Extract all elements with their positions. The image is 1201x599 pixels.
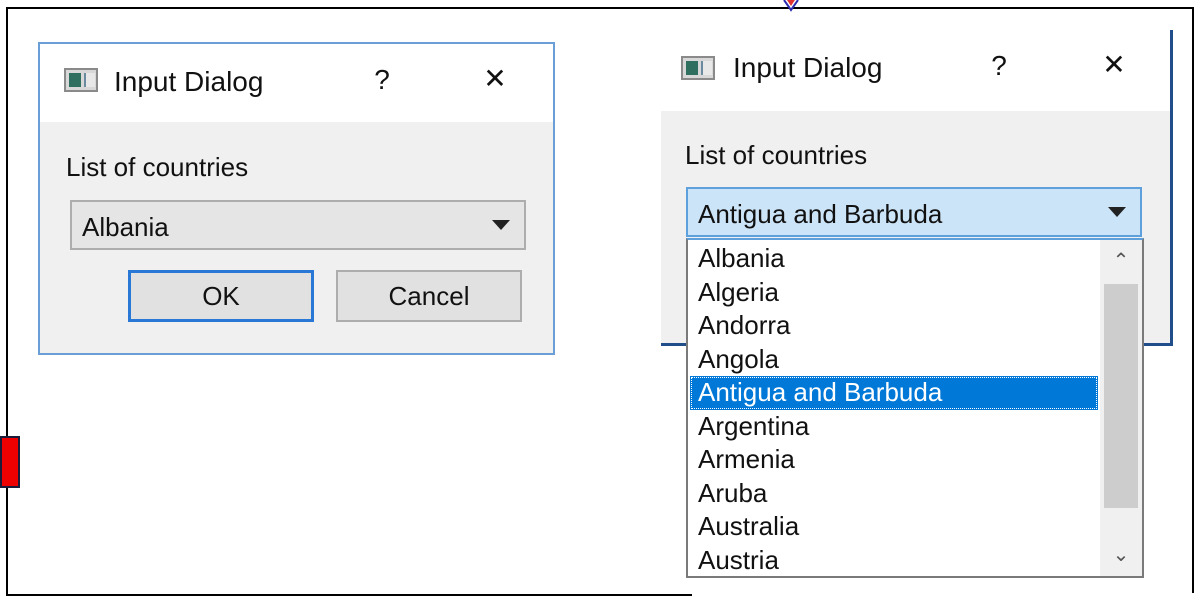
dropdown-item[interactable]: Angola (690, 343, 1098, 377)
dropdown-item[interactable]: Antigua and Barbuda (690, 376, 1098, 410)
country-combobox[interactable]: Albania (70, 200, 526, 250)
country-combobox[interactable]: Antigua and Barbuda (686, 187, 1142, 237)
combobox-value: Antigua and Barbuda (698, 199, 943, 229)
dropdown-item[interactable]: Andorra (690, 309, 1098, 343)
app-window-icon (64, 68, 98, 92)
dialog-title: Input Dialog (114, 66, 264, 97)
red-marker (0, 436, 20, 488)
dropdown-item[interactable]: Armenia (690, 443, 1098, 477)
dropdown-arrow-icon[interactable] (492, 220, 510, 230)
help-icon[interactable]: ? (362, 64, 402, 96)
prompt-label: List of countries (66, 152, 249, 182)
ok-button[interactable]: OK (128, 270, 314, 322)
dropdown-scrollbar[interactable]: ⌃ ⌄ (1100, 240, 1142, 576)
dialog-title: Input Dialog (733, 52, 883, 83)
dropdown-arrow-icon[interactable] (1108, 207, 1126, 217)
dropdown-item[interactable]: Argentina (690, 410, 1098, 444)
dropdown-item[interactable]: Algeria (690, 276, 1098, 310)
dropdown-item[interactable]: Aruba (690, 477, 1098, 511)
input-dialog-closed: Input Dialog ? ✕ List of countries Alban… (38, 42, 555, 355)
dropdown-item[interactable]: Albania (690, 242, 1098, 276)
scroll-thumb[interactable] (1104, 284, 1138, 508)
prompt-label: List of countries (685, 140, 868, 170)
app-window-icon (681, 56, 715, 80)
frame-gap (692, 593, 1198, 599)
close-icon[interactable]: ✕ (470, 62, 520, 95)
dropdown-items: Albania Algeria Andorra Angola Antigua and B… (690, 242, 1098, 577)
title-bar: Input Dialog ? ✕ (40, 44, 553, 122)
combobox-value: Albania (82, 212, 169, 242)
dropdown-item[interactable]: Australia (690, 510, 1098, 544)
country-dropdown-list[interactable]: Albania Algeria Andorra Angola Antigua and B… (686, 238, 1144, 578)
title-bar: Input Dialog ? ✕ (661, 30, 1170, 111)
dropdown-item[interactable]: Austria (690, 544, 1098, 577)
scroll-up-icon[interactable]: ⌃ (1100, 240, 1142, 282)
help-icon[interactable]: ? (979, 50, 1019, 82)
scroll-down-icon[interactable]: ⌄ (1100, 534, 1142, 576)
blue-marker-icon (783, 0, 799, 12)
close-icon[interactable]: ✕ (1089, 48, 1139, 81)
cancel-button[interactable]: Cancel (336, 270, 522, 322)
